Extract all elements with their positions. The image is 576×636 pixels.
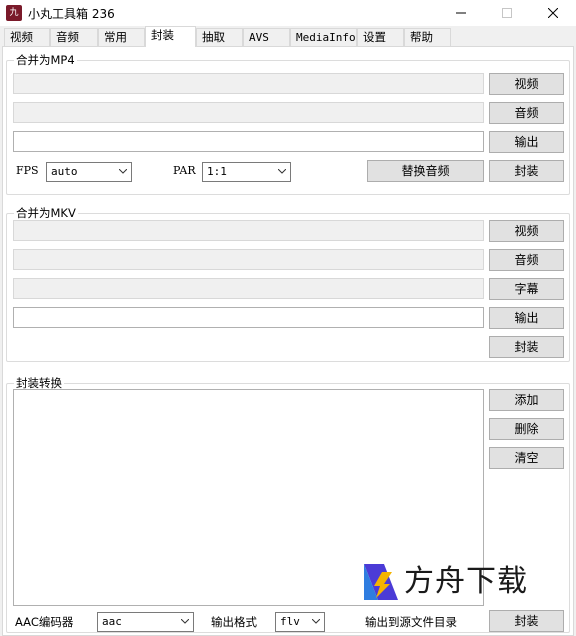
tab-common[interactable]: 常用 bbox=[98, 28, 145, 46]
mp4-group-title: 合并为MP4 bbox=[14, 53, 77, 67]
watermark-logo-icon bbox=[364, 564, 398, 600]
tab-mediainfo[interactable]: MediaInfo bbox=[290, 28, 357, 46]
maximize-icon bbox=[502, 8, 512, 18]
mkv-output-path[interactable] bbox=[13, 307, 484, 328]
tab-mux[interactable]: 封装 bbox=[145, 26, 196, 47]
tab-audio[interactable]: 音频 bbox=[50, 28, 98, 46]
chevron-down-icon bbox=[312, 619, 320, 624]
output-format-label: 输出格式 bbox=[211, 615, 257, 629]
watermark: 方舟下载 bbox=[362, 562, 552, 602]
replace-audio-button[interactable]: 替换音频 bbox=[367, 160, 484, 182]
fps-value: auto bbox=[51, 165, 78, 178]
tab-video[interactable]: 视频 bbox=[4, 28, 50, 46]
aac-encoder-select[interactable]: aac bbox=[97, 612, 194, 632]
tab-bar: 视频 音频 常用 封装 抽取 AVS MediaInfo 设置 帮助 bbox=[2, 26, 574, 47]
output-to-source-label[interactable]: 输出到源文件目录 bbox=[365, 615, 457, 629]
app-icon: 九 bbox=[6, 5, 22, 21]
tab-extract[interactable]: 抽取 bbox=[196, 28, 243, 46]
tab-settings[interactable]: 设置 bbox=[357, 28, 404, 46]
minimize-button[interactable] bbox=[438, 0, 484, 26]
mkv-audio-button[interactable]: 音频 bbox=[489, 249, 564, 271]
convert-mux-button[interactable]: 封装 bbox=[489, 610, 564, 632]
tab-panel-mux: 合并为MP4 视频 音频 输出 FPS auto PAR 1:1 替换音频 封装… bbox=[2, 46, 574, 636]
mp4-output-path[interactable] bbox=[13, 131, 484, 152]
watermark-text: 方舟下载 bbox=[404, 564, 528, 599]
par-value: 1:1 bbox=[207, 165, 227, 178]
mp4-mux-button[interactable]: 封装 bbox=[489, 160, 564, 182]
clear-button[interactable]: 清空 bbox=[489, 447, 564, 469]
tab-help[interactable]: 帮助 bbox=[404, 28, 451, 46]
chevron-down-icon bbox=[278, 169, 286, 174]
convert-group-title: 封装转换 bbox=[14, 376, 64, 390]
window-title: 小丸工具箱 236 bbox=[28, 7, 115, 21]
title-bar: 九 小丸工具箱 236 bbox=[0, 0, 576, 26]
aac-encoder-value: aac bbox=[102, 615, 122, 628]
mkv-audio-path[interactable] bbox=[13, 249, 484, 270]
delete-button[interactable]: 删除 bbox=[489, 418, 564, 440]
output-format-select[interactable]: flv bbox=[275, 612, 325, 632]
mkv-output-button[interactable]: 输出 bbox=[489, 307, 564, 329]
add-button[interactable]: 添加 bbox=[489, 389, 564, 411]
mkv-mux-button[interactable]: 封装 bbox=[489, 336, 564, 358]
par-select[interactable]: 1:1 bbox=[202, 162, 291, 182]
minimize-icon bbox=[456, 12, 466, 14]
output-format-value: flv bbox=[280, 615, 300, 628]
mkv-subtitle-path[interactable] bbox=[13, 278, 484, 299]
mp4-group: 合并为MP4 视频 音频 输出 FPS auto PAR 1:1 替换音频 封装 bbox=[6, 53, 570, 195]
mkv-group-title: 合并为MKV bbox=[14, 206, 78, 220]
mp4-video-button[interactable]: 视频 bbox=[489, 73, 564, 95]
mp4-audio-button[interactable]: 音频 bbox=[489, 102, 564, 124]
chevron-down-icon bbox=[119, 169, 127, 174]
mkv-video-path[interactable] bbox=[13, 220, 484, 241]
aac-encoder-label: AAC编码器 bbox=[15, 615, 74, 629]
chevron-down-icon bbox=[181, 619, 189, 624]
close-icon bbox=[547, 7, 559, 19]
fps-label: FPS bbox=[16, 164, 39, 177]
par-label: PAR bbox=[173, 164, 196, 177]
maximize-button[interactable] bbox=[484, 0, 530, 26]
tab-avs[interactable]: AVS bbox=[243, 28, 290, 46]
mp4-video-path[interactable] bbox=[13, 73, 484, 94]
mp4-audio-path[interactable] bbox=[13, 102, 484, 123]
mkv-group: 合并为MKV 视频 音频 字幕 输出 封装 bbox=[6, 206, 570, 362]
mkv-subtitle-button[interactable]: 字幕 bbox=[489, 278, 564, 300]
fps-select[interactable]: auto bbox=[46, 162, 132, 182]
mkv-video-button[interactable]: 视频 bbox=[489, 220, 564, 242]
mp4-output-button[interactable]: 输出 bbox=[489, 131, 564, 153]
close-button[interactable] bbox=[530, 0, 576, 26]
